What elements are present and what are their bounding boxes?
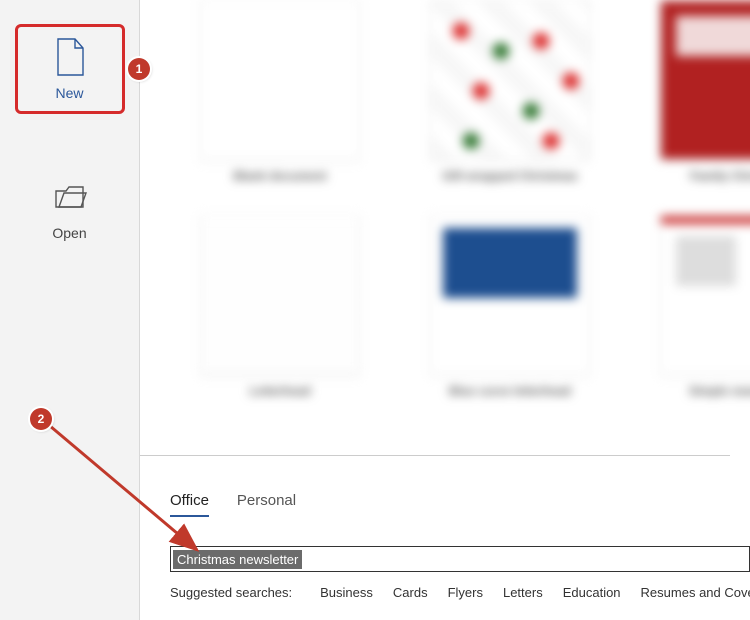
sidebar-item-open[interactable]: Open	[15, 164, 125, 254]
tab-personal[interactable]: Personal	[237, 492, 296, 517]
template-gallery: Blank document Gift wrapped Christmas Fa…	[180, 0, 750, 440]
template-thumbnail[interactable]: Gift wrapped Christmas	[430, 0, 590, 160]
template-search-input[interactable]: Christmas newsletter	[170, 546, 750, 572]
suggested-searches: Suggested searches: Business Cards Flyer…	[170, 585, 750, 600]
suggested-item[interactable]: Flyers	[448, 585, 483, 600]
annotation-callout-2: 2	[30, 408, 52, 430]
sidebar-item-label: New	[55, 85, 83, 101]
section-divider	[140, 455, 730, 456]
template-tabs: Office Personal	[170, 492, 296, 517]
template-thumbnail[interactable]: Letterhead	[200, 215, 360, 375]
sidebar-item-label: Open	[52, 225, 86, 241]
search-input-value: Christmas newsletter	[173, 550, 302, 569]
template-thumbnail[interactable]: Blue curve letterhead	[430, 215, 590, 375]
new-document-panel: Blank document Gift wrapped Christmas Fa…	[140, 0, 750, 620]
suggested-item[interactable]: Letters	[503, 585, 543, 600]
template-thumbnail[interactable]: Blank document	[200, 0, 360, 160]
template-thumbnail[interactable]: Family Christmas	[660, 0, 750, 160]
sidebar-item-new[interactable]: New	[15, 24, 125, 114]
folder-open-icon	[53, 177, 87, 217]
annotation-callout-1: 1	[128, 58, 150, 80]
backstage-sidebar: New Open	[0, 0, 140, 620]
suggested-item[interactable]: Cards	[393, 585, 428, 600]
suggested-item[interactable]: Business	[320, 585, 373, 600]
suggested-item[interactable]: Education	[563, 585, 621, 600]
suggested-label: Suggested searches:	[170, 585, 292, 600]
new-document-icon	[53, 37, 87, 77]
tab-office[interactable]: Office	[170, 492, 209, 517]
template-thumbnail[interactable]: Simple newsletter	[660, 215, 750, 375]
suggested-item[interactable]: Resumes and Cover Letters	[641, 585, 750, 600]
